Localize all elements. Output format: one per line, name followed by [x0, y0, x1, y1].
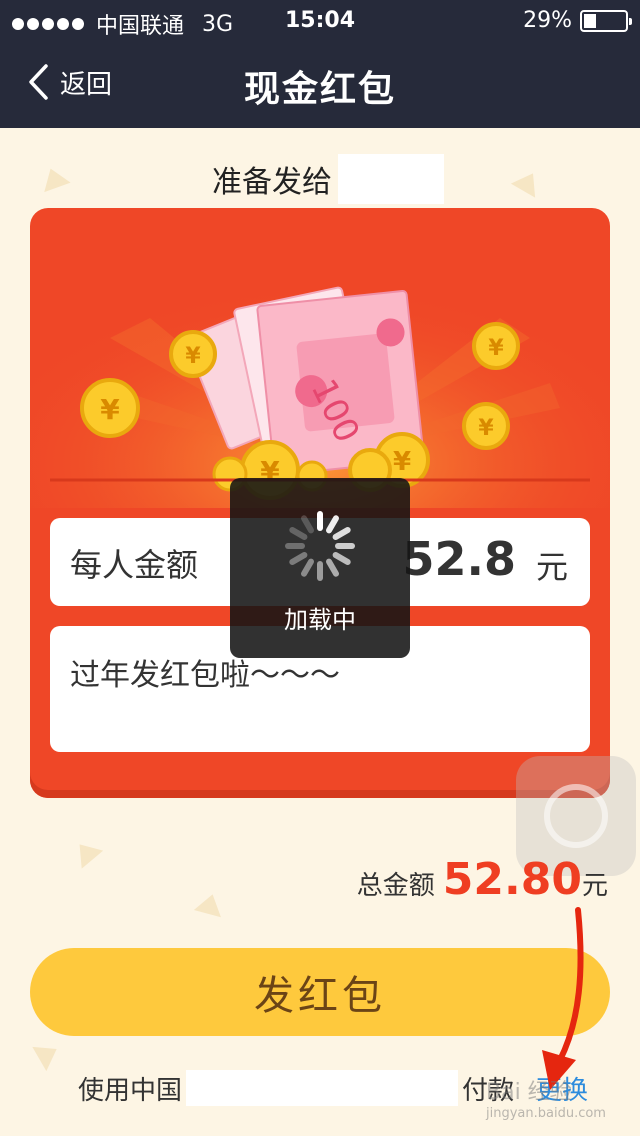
- loading-text: 加载中: [284, 606, 356, 634]
- watermark-text: Bai 经验: [486, 1080, 572, 1105]
- amount-unit: 元: [535, 548, 568, 586]
- recipient-label: 准备发给: [212, 165, 332, 200]
- recipient-row: 准备发给: [212, 154, 444, 204]
- amount-input[interactable]: 52.8: [403, 532, 517, 586]
- payment-prefix: 使用中国: [78, 1075, 183, 1106]
- watermark-url: jingyan.baidu.com: [486, 1106, 606, 1121]
- page-title: 现金红包: [243, 69, 396, 110]
- svg-text:¥: ¥: [100, 393, 120, 426]
- status-bar: 中国联通 3G 15:04 29%: [0, 0, 640, 40]
- loading-overlay: 加载中: [230, 478, 410, 658]
- total-amount: 总金额 52.80 元: [357, 854, 608, 905]
- svg-text:¥: ¥: [185, 344, 201, 369]
- total-value: 52.80: [442, 854, 582, 905]
- confetti-decoration: [193, 890, 227, 918]
- total-unit: 元: [581, 871, 608, 901]
- watermark: Bai 经验 jingyan.baidu.com: [486, 1074, 606, 1121]
- total-label: 总金额: [356, 871, 435, 901]
- svg-text:¥: ¥: [478, 416, 494, 441]
- money-illustration: 100 ¥ ¥ ¥ ¥ ¥ ¥: [30, 208, 610, 508]
- coin-icon: ¥: [472, 322, 520, 370]
- coin-icon: ¥: [169, 330, 217, 378]
- assistive-touch-ring: [544, 784, 608, 848]
- confetti-decoration: [510, 166, 546, 198]
- status-right: 29%: [523, 8, 632, 33]
- loading-spinner-icon: [285, 511, 355, 581]
- recipient-name-redacted: [338, 154, 444, 204]
- battery-percent: 29%: [523, 8, 572, 33]
- coin-icon: ¥: [80, 378, 140, 438]
- amount-label: 每人金额: [70, 546, 199, 584]
- confetti-decoration: [68, 835, 104, 869]
- confetti-decoration: [32, 1036, 64, 1072]
- confetti-decoration: [37, 163, 71, 193]
- svg-text:¥: ¥: [488, 336, 504, 361]
- svg-text:¥: ¥: [393, 447, 411, 477]
- coin-icon: ¥: [462, 402, 510, 450]
- payment-card-redacted: [186, 1070, 459, 1106]
- navigation-bar: 返回 现金红包: [0, 40, 640, 128]
- red-arrow-annotation: [542, 907, 584, 1090]
- battery-icon: [580, 9, 632, 32]
- battery-level: [584, 13, 596, 28]
